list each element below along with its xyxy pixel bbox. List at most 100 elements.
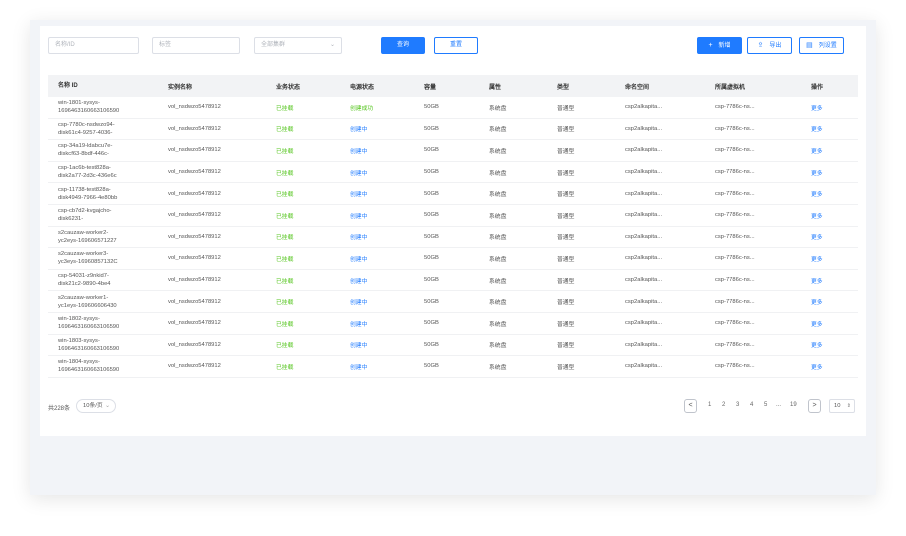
page-ellipsis[interactable]: ... [776,402,781,408]
name-id-cell: s2cauzaw-worker1- yc1eys-169606606430 [48,294,168,310]
attribute-cell: 系统盘 [489,127,507,134]
page-size-select[interactable]: 10条/页 ⌄ [76,399,116,413]
table-row[interactable]: csp-1ac6b-test828a-disk2a77-2d3c-436e6c v… [48,162,858,184]
name-id-line: disk21c2-9890-4be4 [58,281,111,288]
page-jump-input[interactable]: 10 ⇕ [829,399,855,413]
table-row[interactable]: csp-7780c-nsdwzo94- disk61c4-9257-4036- vo… [48,119,858,141]
page-size-value: 10条/页 [83,403,103,409]
namespace-cell: csp2alkapita... [625,341,663,348]
table-body: win-1801-sysys- 1696463160663106590 vol_ns… [48,97,858,378]
vm-cell: csp-7786c-ns... [715,341,755,348]
name-id-cell: csp-cb7d2-kvgajcho-disk6231- [48,207,168,223]
attribute-cell: 系统盘 [489,148,507,155]
more-action-link[interactable]: 更多 [811,340,851,349]
header-attribute: 属性 [489,84,502,91]
tag-input[interactable]: 标签 [152,37,240,54]
vm-cell: csp-7786c-ns... [715,169,755,176]
type-cell: 普通型 [557,300,575,307]
column-settings-label: 列设置 [818,43,837,49]
table-row[interactable]: csp-54031-z9nkid7- disk21c2-9890-4be4 vol_… [48,270,858,292]
page-5[interactable]: 5 [764,402,767,408]
vm-cell: csp-7786c-ns... [715,233,755,240]
power-status-cell: 创建中 [350,235,368,242]
name-id-line: 1696463160663106590 [58,345,120,352]
namespace-cell: csp2alkapita... [625,125,663,132]
chevron-down-icon: ⌄ [105,403,110,409]
column-settings-icon: ▤ [806,42,813,49]
name-id-cell: csp-34a19-ldabcu7e-diskcf63-8bdf-446c- [48,142,168,158]
capacity-cell: 50GB [424,169,439,176]
page-19[interactable]: 19 [790,402,797,408]
name-id-line: csp-1ac6b-test828a- [58,165,111,172]
more-action-link[interactable]: 更多 [811,297,851,306]
type-cell: 普通型 [557,278,575,285]
column-settings-button[interactable]: ▤ 列设置 [799,37,844,54]
capacity-cell: 50GB [424,255,439,262]
name-id-line: disk61c4-9257-4036- [58,129,113,136]
capacity-cell: 50GB [424,298,439,305]
reset-button[interactable]: 重置 [434,37,478,54]
more-action-link[interactable]: 更多 [811,103,851,112]
attribute-cell: 系统盘 [489,300,507,307]
export-button[interactable]: ⇪ 导出 [747,37,792,54]
table-row[interactable]: s2cauzaw-worker1- yc1eys-169606606430 vol_… [48,291,858,313]
cluster-select[interactable]: 全部集群 ⌄ [254,37,342,54]
business-status-cell: 已挂载 [276,256,294,263]
table-row[interactable]: win-1804-sysys- 1696463160663106590 vol_ns… [48,356,858,378]
more-action-link[interactable]: 更多 [811,146,851,155]
name-id-line: s2cauzaw-worker2- [58,229,109,236]
add-button[interactable]: + 新增 [697,37,742,54]
name-id-line: yc1eys-169606606430 [58,302,117,309]
name-id-line: win-1802-sysys- [58,316,100,323]
namespace-cell: csp2alkapita... [625,169,663,176]
query-button[interactable]: 查询 [381,37,425,54]
instance-name-cell: vol_nsdwzo5478912 [168,277,221,284]
next-page-button[interactable]: > [808,399,821,413]
header-actions: 操作 [811,84,824,91]
page-3[interactable]: 3 [736,402,739,408]
vm-cell: csp-7786c-ns... [715,320,755,327]
page-4[interactable]: 4 [750,402,753,408]
page-2[interactable]: 2 [722,402,725,408]
type-cell: 普通型 [557,105,575,112]
name-id-cell: win-1801-sysys- 1696463160663106590 [48,99,168,115]
more-action-link[interactable]: 更多 [811,232,851,241]
more-action-link[interactable]: 更多 [811,168,851,177]
table-row[interactable]: csp-34a19-ldabcu7e-diskcf63-8bdf-446c-vo… [48,140,858,162]
table-row[interactable]: win-1802-sysys- 1696463160663106590 vol_ns… [48,313,858,335]
prev-page-button[interactable]: < [684,399,697,413]
power-status-cell: 创建中 [350,343,368,350]
page-1[interactable]: 1 [708,402,711,408]
more-action-link[interactable]: 更多 [811,362,851,371]
name-id-input[interactable]: 名称/ID [48,37,139,54]
name-id-line: csp-34a19-ldabcu7e- [58,143,113,150]
table-row[interactable]: win-1803-sysys- 1696463160663106590 vol_ns… [48,335,858,357]
table-row[interactable]: s2cauzaw-worker2- yc2eys-169606571227 vol_… [48,227,858,249]
instance-name-cell: vol_nsdwzo5478912 [168,190,221,197]
table-row[interactable]: s2cauzaw-worker3- yc3eys-16960857132C vol_… [48,248,858,270]
cluster-select-value: 全部集群 [261,42,286,48]
name-id-line: csp-11738-test828a- [58,186,111,193]
vm-cell: csp-7786c-ns... [715,104,755,111]
namespace-cell: csp2alkapita... [625,233,663,240]
attribute-cell: 系统盘 [489,105,507,112]
more-action-link[interactable]: 更多 [811,319,851,328]
more-action-link[interactable]: 更多 [811,276,851,285]
stepper-icon[interactable]: ⇕ [847,400,851,412]
vm-cell: csp-7786c-ns... [715,190,755,197]
table-row[interactable]: win-1801-sysys- 1696463160663106590 vol_ns… [48,97,858,119]
instance-name-cell: vol_nsdwzo5478912 [168,212,221,219]
table-row[interactable]: csp-11738-test828a-disk4949-7966-4e80bb v… [48,183,858,205]
business-status-cell: 已挂载 [276,105,294,112]
power-status-cell: 创建中 [350,170,368,177]
more-action-link[interactable]: 更多 [811,254,851,263]
content-card: 名称/ID 标签 全部集群 ⌄ 查询 重置 + 新增 ⇪ 导出 ▤ 列设置 名称 ID… [40,26,866,436]
more-action-link[interactable]: 更多 [811,211,851,220]
more-action-link[interactable]: 更多 [811,124,851,133]
name-id-cell: win-1804-sysys- 1696463160663106590 [48,358,168,374]
more-action-link[interactable]: 更多 [811,189,851,198]
pagination-bar: 共228条 10条/页 ⌄ < 1 2 3 4 5 ... 19 > 10 ⇕ [48,399,858,415]
business-status-cell: 已挂载 [276,148,294,155]
table-row[interactable]: csp-cb7d2-kvgajcho-disk6231- vol_nsdwzo54… [48,205,858,227]
name-id-line: 1696463160663106590 [58,324,120,331]
